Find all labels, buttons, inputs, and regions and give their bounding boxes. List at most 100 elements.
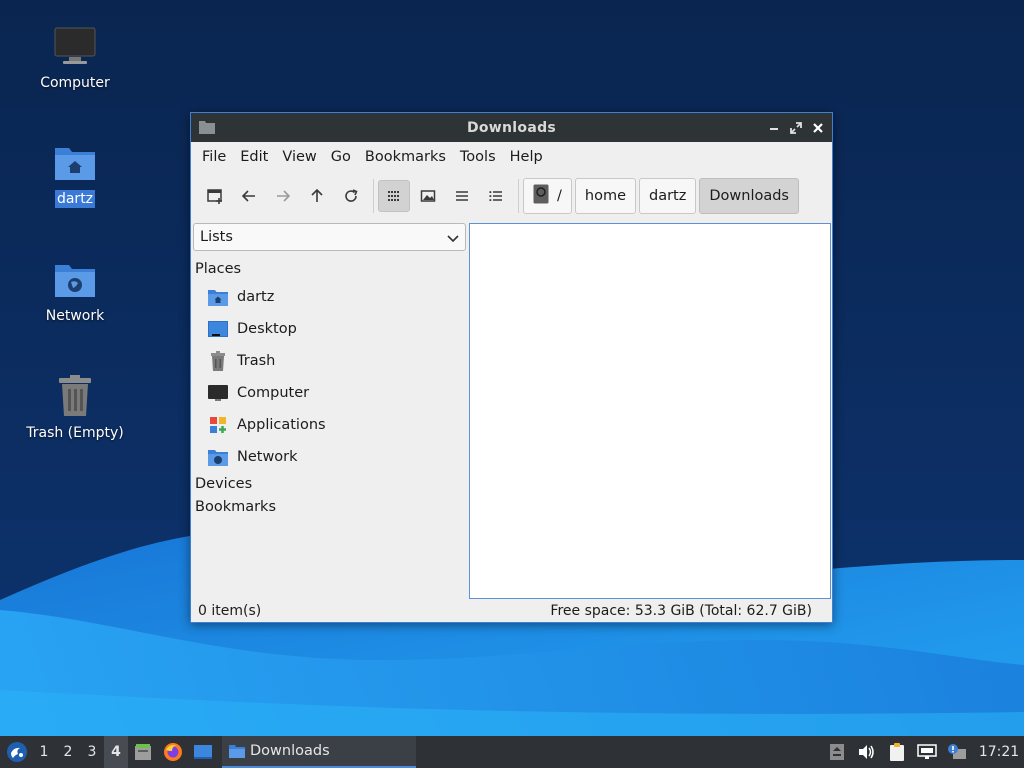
desktop-icon-dartz[interactable]: dartz — [15, 138, 135, 208]
applications-icon — [207, 414, 229, 436]
side-pane: Lists Places dartz Desktop Trash Compute… — [193, 221, 467, 599]
file-list-view[interactable] — [469, 223, 831, 599]
status-bar: 0 item(s) Free space: 53.3 GiB (Total: 6… — [191, 599, 832, 623]
close-icon[interactable] — [810, 120, 826, 136]
task-label: Downloads — [250, 743, 330, 759]
breadcrumb-dartz[interactable]: dartz — [639, 178, 697, 214]
menu-go[interactable]: Go — [324, 142, 358, 172]
desktop-icon-label: dartz — [54, 190, 96, 208]
place-desktop[interactable]: Desktop — [207, 317, 297, 341]
breadcrumb-label: / — [557, 188, 562, 204]
breadcrumb-label: dartz — [649, 188, 687, 204]
start-menu-button[interactable] — [2, 736, 32, 768]
detailed-list-view-button[interactable] — [480, 180, 512, 212]
section-devices[interactable]: Devices — [195, 476, 252, 492]
desktop-icon-computer[interactable]: Computer — [15, 22, 135, 92]
quicklaunch-file-manager[interactable] — [128, 736, 158, 768]
place-applications[interactable]: Applications — [207, 413, 326, 437]
back-button[interactable] — [233, 180, 265, 212]
icon-view-icon — [388, 191, 399, 201]
computer-icon — [51, 22, 99, 70]
file-manager-icon — [135, 744, 151, 760]
title-bar[interactable]: Downloads — [191, 113, 832, 142]
menu-bookmarks[interactable]: Bookmarks — [358, 142, 453, 172]
side-pane-mode-select[interactable]: Lists — [193, 223, 466, 251]
maximize-icon[interactable] — [788, 120, 804, 136]
reload-icon — [345, 189, 358, 202]
menu-view[interactable]: View — [275, 142, 323, 172]
menu-tools[interactable]: Tools — [453, 142, 503, 172]
network-folder-icon — [51, 255, 99, 303]
home-folder-icon — [207, 286, 229, 308]
system-tray: 17:21 — [824, 736, 1024, 768]
workspace-1[interactable]: 1 — [32, 736, 56, 768]
place-trash[interactable]: Trash — [207, 349, 275, 373]
drive-icon — [533, 184, 549, 208]
minimize-icon[interactable] — [766, 120, 782, 136]
new-tab-icon — [207, 189, 222, 204]
notification-icon[interactable] — [944, 736, 970, 768]
firefox-icon — [164, 743, 182, 761]
compact-view-button[interactable] — [446, 180, 478, 212]
workspace-2[interactable]: 2 — [56, 736, 80, 768]
section-bookmarks[interactable]: Bookmarks — [195, 499, 276, 515]
menu-file[interactable]: File — [195, 142, 233, 172]
menu-edit[interactable]: Edit — [233, 142, 275, 172]
desktop-icon-network[interactable]: Network — [15, 255, 135, 325]
toolbar: / home dartz Downloads — [191, 172, 832, 220]
file-manager-window: Downloads File Edit View Go Bookmarks To… — [190, 112, 833, 623]
workspace-3[interactable]: 3 — [80, 736, 104, 768]
thumbnail-view-button[interactable] — [412, 180, 444, 212]
forward-arrow-icon — [277, 190, 291, 202]
toolbar-separator — [518, 179, 519, 213]
home-folder-icon — [51, 138, 99, 186]
place-dartz[interactable]: dartz — [207, 285, 274, 309]
menu-help[interactable]: Help — [503, 142, 550, 172]
taskbar-task-downloads[interactable]: Downloads — [222, 736, 416, 768]
clipboard-icon[interactable] — [884, 736, 910, 768]
place-label: Desktop — [237, 321, 297, 337]
volume-icon[interactable] — [854, 736, 880, 768]
computer-icon — [207, 382, 229, 404]
detailed-list-view-icon — [489, 191, 502, 201]
side-pane-mode-value: Lists — [200, 229, 233, 245]
breadcrumb-root[interactable]: / — [523, 178, 572, 214]
place-label: dartz — [237, 289, 275, 305]
compact-view-icon — [456, 191, 468, 201]
place-computer[interactable]: Computer — [207, 381, 309, 405]
new-tab-button[interactable] — [199, 180, 231, 212]
reload-button[interactable] — [335, 180, 367, 212]
up-button[interactable] — [301, 180, 333, 212]
breadcrumb-home[interactable]: home — [574, 178, 636, 214]
quicklaunch-firefox[interactable] — [158, 736, 188, 768]
trash-icon — [51, 372, 99, 420]
workspace-4[interactable]: 4 — [104, 736, 128, 768]
desktop-icon-trash[interactable]: Trash (Empty) — [15, 372, 135, 442]
item-count: 0 item(s) — [198, 603, 262, 619]
free-space: Free space: 53.3 GiB (Total: 62.7 GiB) — [550, 603, 812, 619]
tray-updates-icon[interactable] — [824, 736, 850, 768]
quicklaunch-show-desktop[interactable] — [188, 736, 218, 768]
place-label: Network — [237, 449, 298, 465]
toolbar-separator — [373, 179, 374, 213]
folder-icon — [198, 119, 216, 139]
place-network[interactable]: Network — [207, 445, 298, 469]
clock[interactable]: 17:21 — [974, 744, 1024, 760]
folder-icon — [228, 743, 246, 759]
breadcrumb-downloads[interactable]: Downloads — [699, 178, 799, 214]
up-arrow-icon — [311, 188, 323, 202]
place-label: Computer — [237, 385, 310, 401]
thumbnail-view-icon — [420, 190, 436, 202]
network-connection-icon[interactable] — [914, 736, 940, 768]
section-places[interactable]: Places — [195, 261, 241, 277]
desktop-icon-label: Computer — [40, 75, 110, 91]
breadcrumb-label: home — [584, 188, 626, 204]
window-body: Lists Places dartz Desktop Trash Compute… — [191, 221, 832, 599]
desktop-icon — [207, 318, 229, 340]
back-arrow-icon — [241, 190, 255, 202]
forward-button[interactable] — [267, 180, 299, 212]
chevron-down-icon — [447, 232, 459, 248]
breadcrumb-label: Downloads — [709, 188, 789, 204]
icon-view-button[interactable] — [378, 180, 410, 212]
menu-bar: File Edit View Go Bookmarks Tools Help — [191, 142, 832, 172]
